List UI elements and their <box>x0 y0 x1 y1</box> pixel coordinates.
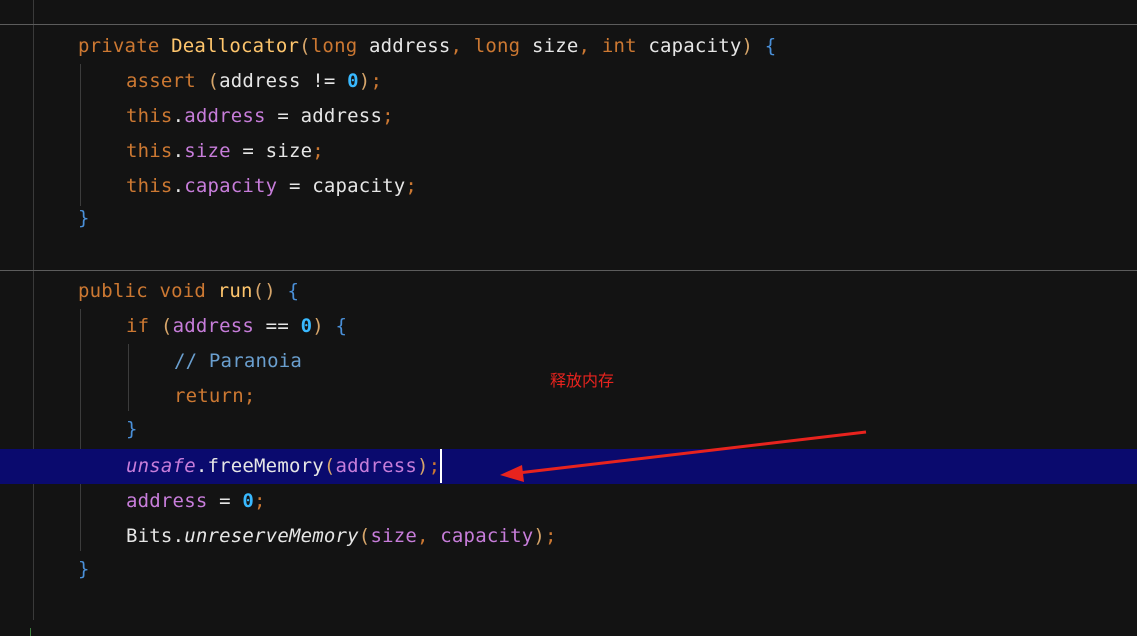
annotation-arrow <box>500 430 867 482</box>
arrow-shaft <box>517 430 867 475</box>
fold-marker <box>30 628 37 636</box>
arrow-head <box>500 465 524 482</box>
